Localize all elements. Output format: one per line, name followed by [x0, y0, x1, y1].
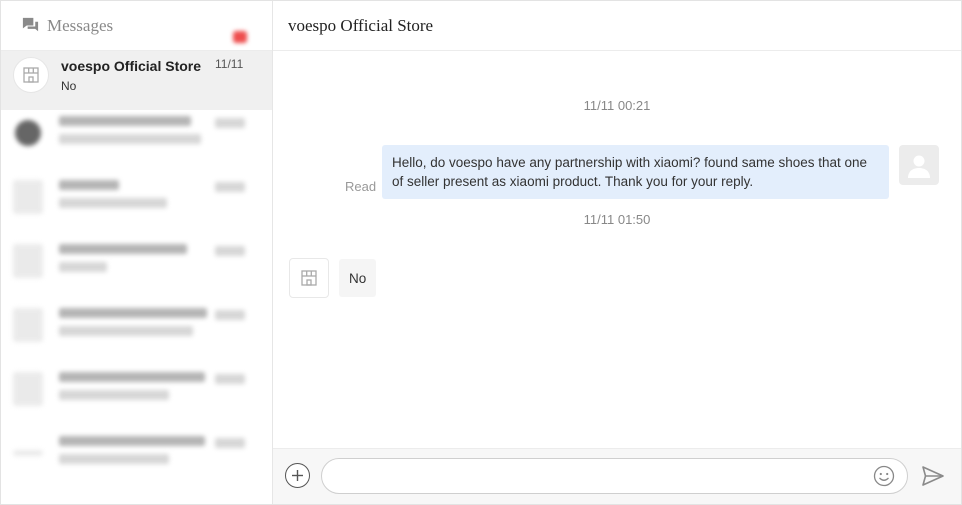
conversation-date: 11/11	[215, 57, 244, 71]
blurred-name	[59, 116, 191, 126]
store-avatar	[13, 57, 49, 93]
blurred-preview	[59, 390, 169, 400]
store-icon	[23, 67, 39, 83]
blurred-preview	[59, 454, 169, 464]
send-icon[interactable]	[921, 465, 945, 487]
blurred-body	[59, 372, 209, 400]
conversation-preview: No	[61, 79, 77, 93]
blurred-body	[59, 308, 209, 336]
message-composer	[273, 448, 961, 504]
unread-badge	[233, 31, 247, 43]
store-avatar	[289, 258, 329, 298]
store-icon	[301, 270, 317, 286]
blurred-avatar	[13, 372, 43, 406]
message-list[interactable]: 11/11 00:21 Read Hello, do voespo have a…	[273, 52, 961, 448]
attach-button[interactable]	[285, 463, 310, 488]
conversation-item-blurred[interactable]	[1, 366, 272, 430]
blurred-preview	[59, 134, 201, 144]
conversation-sidebar: Messages voespo Official Store No 11/11	[1, 1, 273, 504]
incoming-message: No	[339, 259, 377, 297]
message-timestamp: 11/11 00:21	[583, 98, 651, 113]
blurred-date	[215, 310, 245, 320]
blurred-name	[59, 308, 207, 318]
blurred-body	[59, 436, 209, 464]
user-silhouette-icon	[908, 155, 930, 178]
blurred-body	[59, 180, 209, 208]
blurred-preview	[59, 262, 107, 272]
chat-title: voespo Official Store	[288, 15, 434, 35]
chat-header: voespo Official Store	[273, 1, 961, 51]
blurred-date	[215, 182, 245, 192]
message-input[interactable]	[321, 458, 908, 494]
sidebar-header: Messages	[1, 1, 272, 51]
blurred-date	[215, 374, 245, 384]
outgoing-message: Hello, do voespo have any partnership wi…	[382, 145, 889, 199]
blurred-date	[215, 438, 245, 448]
blurred-body	[59, 244, 209, 272]
blurred-name	[59, 436, 205, 446]
blurred-avatar	[15, 120, 41, 146]
chat-pane: voespo Official Store 11/11 00:21 Read H…	[273, 1, 961, 504]
blurred-avatar	[13, 308, 43, 342]
user-avatar	[899, 145, 939, 185]
blurred-preview	[59, 198, 167, 208]
read-status: Read	[345, 179, 377, 194]
conversation-item-blurred[interactable]	[1, 110, 272, 174]
conversation-item-voespo[interactable]: voespo Official Store No 11/11	[1, 51, 272, 110]
plus-icon	[292, 470, 303, 481]
blurred-avatar	[13, 244, 43, 278]
blurred-name	[59, 372, 205, 382]
messages-app: Messages voespo Official Store No 11/11	[0, 0, 962, 505]
blurred-preview	[59, 326, 193, 336]
blurred-name	[59, 180, 119, 190]
blurred-body	[59, 116, 209, 144]
conversation-name: voespo Official Store	[61, 58, 202, 74]
conversation-item-blurred[interactable]	[1, 430, 272, 494]
blurred-avatar	[13, 450, 43, 456]
conversation-item-blurred[interactable]	[1, 302, 272, 366]
chat-bubbles-icon	[22, 17, 39, 32]
conversation-body: voespo Official Store No	[61, 57, 211, 93]
message-timestamp: 11/11 01:50	[583, 212, 651, 227]
emoji-icon[interactable]	[873, 465, 895, 487]
conversation-item-blurred[interactable]	[1, 238, 272, 302]
conversation-item-blurred[interactable]	[1, 174, 272, 238]
blurred-date	[215, 246, 245, 256]
blurred-name	[59, 244, 187, 254]
blurred-date	[215, 118, 245, 128]
sidebar-title: Messages	[47, 15, 114, 35]
blurred-avatar	[13, 180, 43, 214]
